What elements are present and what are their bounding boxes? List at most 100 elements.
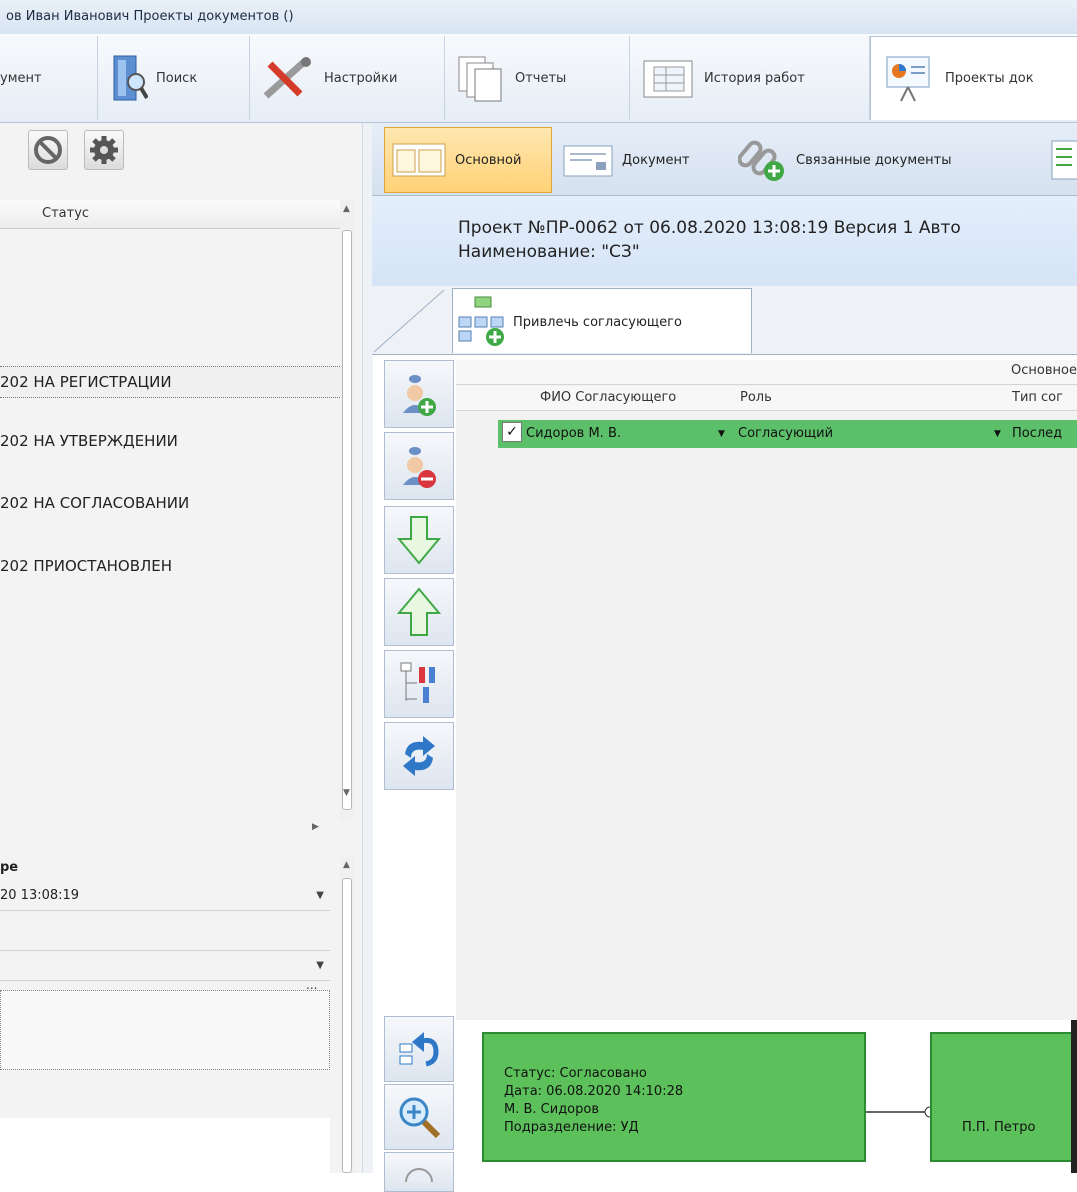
refresh-button[interactable] xyxy=(384,722,454,790)
document-icon xyxy=(563,145,613,177)
tab-main[interactable]: Основной xyxy=(384,127,552,193)
status-text: 202 НА РЕГИСТРАЦИИ xyxy=(0,373,172,391)
reports-icon xyxy=(458,56,502,102)
column-header-label: Статус xyxy=(42,206,90,221)
history-icon xyxy=(643,60,693,98)
diagram-scroll-edge xyxy=(1071,1020,1077,1173)
tab-more[interactable] xyxy=(1044,127,1077,193)
tab-add-approver[interactable]: Привлечь согласующего xyxy=(452,288,752,353)
project-header: Проект №ПР-0062 от 06.08.2020 13:08:19 В… xyxy=(372,196,1077,286)
move-down-button[interactable] xyxy=(384,506,454,574)
title-bar: ов Иван Иванович Проекты документов () xyxy=(0,0,1077,35)
approval-type[interactable]: Послед xyxy=(1012,426,1062,441)
list-item[interactable]: 202 НА СОГЛАСОВАНИИ xyxy=(0,494,340,518)
select-field[interactable]: ▼ xyxy=(0,954,330,981)
cancel-icon xyxy=(34,136,62,164)
document-tab-strip: Основной Документ Связанные документы xyxy=(372,123,1077,196)
properties-title: ре xyxy=(0,860,340,882)
tab-document[interactable]: Документ xyxy=(556,127,728,193)
undo-icon xyxy=(399,1032,439,1067)
ribbon-tab-history[interactable]: История работ xyxy=(630,36,870,120)
tab-label: Документ xyxy=(622,152,690,168)
status-text: 202 НА СОГЛАСОВАНИИ xyxy=(0,494,190,512)
project-number: Проект №ПР-0062 от 06.08.2020 13:08:19 В… xyxy=(458,218,961,238)
workflow-toolbar xyxy=(384,1016,454,1192)
empty-field[interactable] xyxy=(0,914,330,951)
zoom-in-icon xyxy=(399,1097,441,1139)
chevron-down-icon[interactable]: ▼ xyxy=(994,429,1001,439)
move-up-button[interactable] xyxy=(384,578,454,646)
list-item[interactable]: 202 НА УТВЕРЖДЕНИИ xyxy=(0,432,340,456)
memo-field[interactable] xyxy=(0,990,330,1070)
column-header-fio[interactable]: ФИО Согласующего xyxy=(540,390,676,405)
workflow-node-approved[interactable]: Статус: Согласовано Дата: 06.08.2020 14:… xyxy=(482,1032,866,1162)
column-header-type[interactable]: Тип сог xyxy=(1012,390,1063,405)
band-label: Основное xyxy=(1011,363,1077,378)
projects-icon xyxy=(886,56,930,101)
status-text: 202 ПРИОСТАНОВЛЕН xyxy=(0,557,173,575)
scroll-down-icon[interactable]: ▼ xyxy=(343,788,350,798)
tree-view-button[interactable] xyxy=(384,650,454,718)
ribbon-tab-projects[interactable]: Проекты док xyxy=(870,36,1077,120)
tab-label: Связанные документы xyxy=(796,152,952,168)
chevron-down-icon[interactable]: ▼ xyxy=(718,429,725,439)
org-chart-add-icon xyxy=(458,296,504,346)
workflow-node-next[interactable]: П.П. Петро xyxy=(930,1032,1077,1162)
ribbon-tab-label: История работ xyxy=(704,70,805,86)
list-icon xyxy=(1051,140,1077,180)
add-approver-button[interactable] xyxy=(384,360,454,428)
project-name: Наименование: "СЗ" xyxy=(458,242,640,262)
window-title: ов Иван Иванович Проекты документов () xyxy=(6,9,294,24)
approver-checkbox[interactable]: ✓ xyxy=(502,422,522,442)
arrow-down-icon xyxy=(397,516,441,565)
list-item[interactable]: 202 ПРИОСТАНОВЛЕН xyxy=(0,557,340,581)
properties-scrollbar[interactable]: ▲ xyxy=(340,858,354,1173)
undo-button[interactable] xyxy=(384,1016,454,1082)
ribbon-tab-label: Отчеты xyxy=(515,70,567,86)
scroll-thumb[interactable] xyxy=(342,230,352,810)
link-add-icon xyxy=(738,140,784,181)
ribbon-tab-reports[interactable]: Отчеты xyxy=(445,36,630,120)
date-value: 20 13:08:19 xyxy=(0,888,80,903)
scroll-right-icon[interactable]: ▶ xyxy=(312,822,319,832)
scroll-thumb[interactable] xyxy=(342,878,352,1173)
remove-approver-button[interactable] xyxy=(384,432,454,500)
node-person: П.П. Петро xyxy=(962,1120,1036,1135)
approver-role[interactable]: Согласующий xyxy=(738,426,833,441)
workflow-diagram: Статус: Согласовано Дата: 06.08.2020 14:… xyxy=(456,1020,1077,1173)
approvers-grid xyxy=(456,360,1077,1020)
add-approver-icon xyxy=(403,375,436,416)
search-icon xyxy=(113,55,148,101)
tree-icon xyxy=(400,662,435,703)
settings-button[interactable] xyxy=(84,130,124,170)
tab-label: Основной xyxy=(455,152,522,168)
zoom-out-button[interactable] xyxy=(384,1152,454,1192)
table-row[interactable]: ✓ Сидоров М. В. ▼ Согласующий ▼ Послед xyxy=(498,420,1077,448)
workflow-connector xyxy=(866,1106,936,1118)
ribbon-tab-label: Настройки xyxy=(324,70,398,86)
chevron-down-icon[interactable]: ▼ xyxy=(316,890,324,901)
date-field[interactable]: 20 13:08:19 ▼ xyxy=(0,884,330,911)
column-header-role[interactable]: Роль xyxy=(740,390,772,405)
cancel-button[interactable] xyxy=(28,130,68,170)
zoom-in-button[interactable] xyxy=(384,1084,454,1150)
status-text: 202 НА УТВЕРЖДЕНИИ xyxy=(0,432,178,450)
chevron-down-icon[interactable]: ▼ xyxy=(316,960,324,971)
ribbon-tab-settings[interactable]: Настройки xyxy=(250,36,445,120)
status-column-header[interactable]: Статус xyxy=(0,200,340,229)
approver-name[interactable]: Сидоров М. В. xyxy=(526,426,621,441)
refresh-icon xyxy=(403,736,435,776)
ribbon-tab-document[interactable]: умент xyxy=(0,36,98,120)
scroll-up-icon[interactable]: ▲ xyxy=(343,860,350,870)
ribbon: умент Поиск Настройки Отчеты История раб… xyxy=(0,34,1077,123)
ribbon-tab-search[interactable]: Поиск xyxy=(98,36,250,120)
remove-approver-icon xyxy=(403,447,436,488)
tools-icon xyxy=(263,57,311,99)
status-scrollbar[interactable]: ▲ ▼ xyxy=(340,200,354,820)
list-item[interactable]: 202 НА РЕГИСТРАЦИИ xyxy=(0,366,340,398)
scroll-up-icon[interactable]: ▲ xyxy=(343,204,350,214)
node-person: М. В. Сидоров xyxy=(504,1102,599,1117)
node-status: Статус: Согласовано xyxy=(504,1066,647,1081)
node-date: Дата: 06.08.2020 14:10:28 xyxy=(504,1084,684,1099)
tab-linked-documents[interactable]: Связанные документы xyxy=(732,127,1032,193)
